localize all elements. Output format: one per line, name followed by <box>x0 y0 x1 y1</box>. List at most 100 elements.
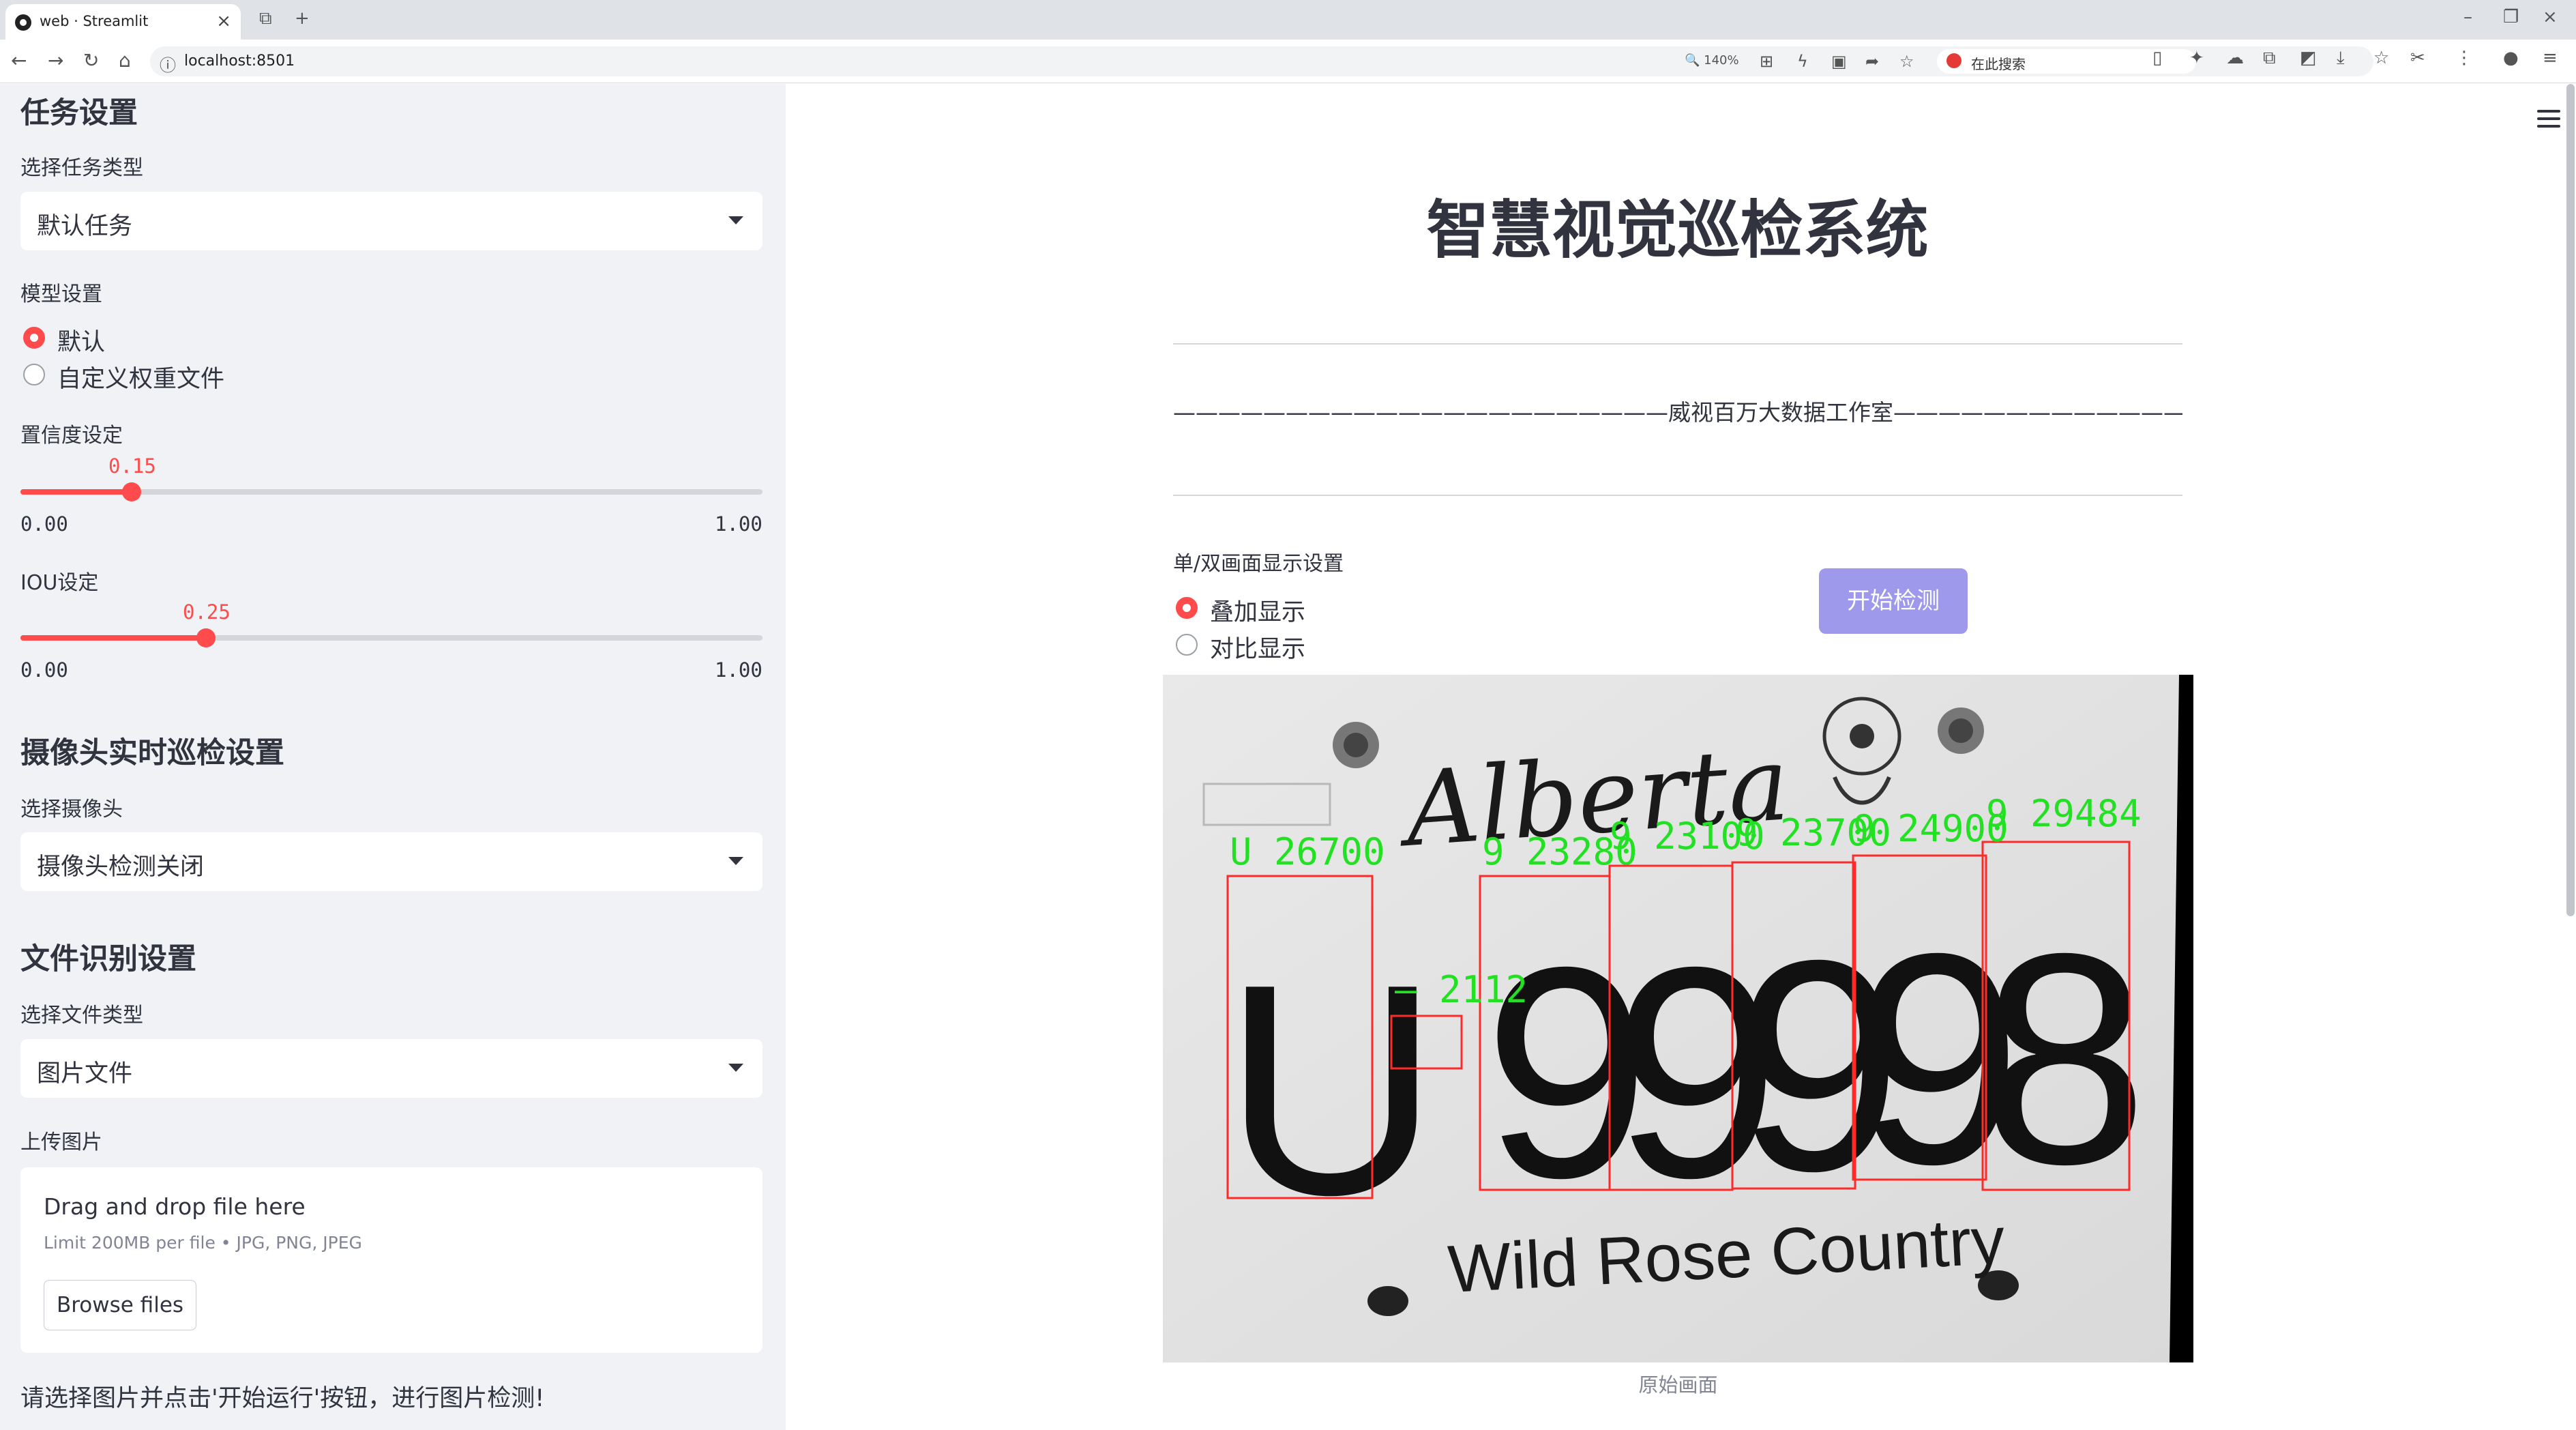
camera-settings-header: 摄像头实时巡检设置 <box>20 736 284 770</box>
upload-label: 上传图片 <box>20 1130 102 1154</box>
file-settings-header: 文件识别设置 <box>20 942 196 976</box>
confidence-max: 1.00 <box>715 512 763 536</box>
iou-max: 1.00 <box>715 658 763 682</box>
restore-icon[interactable]: ❐ <box>2503 7 2519 27</box>
extension-copy-icon[interactable]: ⧉ <box>2263 48 2276 69</box>
task-type-label: 选择任务类型 <box>20 156 143 180</box>
task-type-select[interactable]: 默认任务 <box>20 192 763 250</box>
url-text[interactable]: localhost:8501 <box>184 53 295 70</box>
divider <box>1173 495 2182 496</box>
share-icon[interactable]: ➦ <box>1865 52 1879 71</box>
favorites-icon[interactable]: ☆ <box>2373 48 2389 68</box>
upload-hint-text: 请选择图片并点击'开始运行'按钮，进行图片检测! <box>20 1385 545 1412</box>
iou-slider[interactable] <box>20 628 763 647</box>
model-option-default: 默认 <box>57 329 106 356</box>
radio-unselected-icon <box>23 364 45 385</box>
scissors-icon[interactable]: ✂ <box>2410 48 2425 68</box>
model-option-custom: 自定义权重文件 <box>57 366 225 393</box>
task-settings-header: 任务设置 <box>20 96 138 130</box>
confidence-slider-thumb[interactable] <box>122 482 141 501</box>
confidence-label: 置信度设定 <box>20 424 123 448</box>
new-tab-icon[interactable]: + <box>295 8 310 29</box>
lightning-icon[interactable]: ϟ <box>1797 52 1808 71</box>
radio-selected-icon <box>23 327 45 349</box>
image-caption: 原始画面 <box>1638 1373 1718 1397</box>
confidence-min: 0.00 <box>20 512 68 536</box>
extension-color-icon[interactable]: ✦ <box>2189 48 2204 68</box>
file-type-value: 图片文件 <box>37 1060 133 1088</box>
translate-icon[interactable]: ⊞ <box>1760 52 1773 71</box>
close-tab-icon[interactable]: × <box>216 11 231 31</box>
studio-subtitle: ——————————————————————威视百万大数据工作室————————… <box>1173 399 2182 426</box>
search-engine-logo-icon <box>1946 53 1961 68</box>
extension-cloud-icon[interactable]: ☁ <box>2226 48 2244 68</box>
camera-select[interactable]: 摄像头检测关闭 <box>20 832 763 891</box>
browser-menu-icon[interactable]: ≡ <box>2543 48 2558 68</box>
reload-icon[interactable]: ↻ <box>83 49 99 72</box>
page-info-icon[interactable]: ⓘ <box>160 52 176 76</box>
tab-title: web · Streamlit <box>40 13 149 29</box>
detection-result-image: Alberta Wild Rose Country U-99998 U 2670… <box>1163 675 2193 1362</box>
main-menu-icon[interactable] <box>2537 110 2560 132</box>
display-mode-label: 单/双画面显示设置 <box>1173 552 1344 576</box>
forward-icon[interactable]: → <box>48 49 63 72</box>
sidebar: 任务设置 选择任务类型 默认任务 模型设置 默认 自定义权重文件 置信度设定 0… <box>0 84 786 1430</box>
home-icon[interactable]: ⌂ <box>119 49 131 72</box>
streamlit-favicon-icon <box>15 14 31 31</box>
confidence-value: 0.15 <box>108 454 156 478</box>
upload-drag-text: Drag and drop file here <box>44 1193 306 1220</box>
zoom-level[interactable]: 🔍 140% <box>1685 53 1739 68</box>
more-icon[interactable]: ⋮ <box>2455 48 2473 68</box>
address-bar[interactable]: ⓘ localhost:8501 🔍 140% ⊞ ϟ ▣ ➦ ☆ 在此搜索 <box>150 46 2373 76</box>
browser-tab[interactable]: web · Streamlit × <box>5 4 241 40</box>
divider <box>1173 343 2182 345</box>
upload-limit-text: Limit 200MB per file • JPG, PNG, JPEG <box>44 1233 362 1253</box>
display-option-compare: 对比显示 <box>1210 636 1306 663</box>
extension-app-icon[interactable]: ◩ <box>2300 48 2317 68</box>
chevron-down-icon <box>728 857 743 865</box>
page-scrollbar[interactable] <box>2566 84 2575 916</box>
iou-slider-fill <box>20 635 206 641</box>
browser-navbar: ← → ↻ ⌂ ⓘ localhost:8501 🔍 140% ⊞ ϟ ▣ ➦ … <box>0 40 2576 83</box>
iou-slider-thumb[interactable] <box>196 628 216 647</box>
main-content: 智慧视觉巡检系统 ——————————————————————威视百万大数据工作… <box>786 84 2576 1430</box>
tab-group-icon[interactable]: ⧉ <box>259 8 272 29</box>
back-icon[interactable]: ← <box>11 49 27 72</box>
license-plate-image: Alberta Wild Rose Country U- 99998 U 2670… <box>1163 675 2193 1362</box>
minimize-icon[interactable]: – <box>2463 7 2472 27</box>
detection-label: — 2112 <box>1395 968 1528 1011</box>
browser-tabbar: web · Streamlit × ⧉ + – ❐ × <box>0 0 2576 40</box>
model-settings-label: 模型设置 <box>20 282 102 306</box>
iou-value: 0.25 <box>183 600 231 624</box>
extension-mobile-icon[interactable]: ▯ <box>2152 48 2162 68</box>
detection-label: 9 24900 <box>1853 807 2009 850</box>
file-type-label: 选择文件类型 <box>20 1004 143 1027</box>
detection-label: U 26700 <box>1230 830 1385 873</box>
window-close-icon[interactable]: × <box>2543 7 2558 27</box>
bookmark-star-icon[interactable]: ☆ <box>1899 52 1914 71</box>
zoom-value: 140% <box>1704 53 1739 68</box>
radio-unselected-icon <box>1176 634 1198 656</box>
search-placeholder: 在此搜索 <box>1971 56 2026 72</box>
task-type-value: 默认任务 <box>37 213 133 240</box>
page-title: 智慧视觉巡检系统 <box>1426 194 1929 267</box>
plate-characters: U- 99998 <box>1223 892 2148 1257</box>
download-icon[interactable]: ⤓ <box>2337 48 2345 69</box>
profile-avatar-icon[interactable]: ● <box>2503 48 2519 68</box>
start-detection-button[interactable]: 开始检测 <box>1819 568 1968 634</box>
display-option-overlay: 叠加显示 <box>1210 599 1306 626</box>
file-type-select[interactable]: 图片文件 <box>20 1039 763 1098</box>
confidence-slider-fill <box>20 489 132 495</box>
iou-label: IOU设定 <box>20 571 99 595</box>
plate-character: 8 <box>1981 892 2148 1227</box>
screenshot-icon[interactable]: ▣ <box>1831 52 1847 71</box>
camera-select-label: 选择摄像头 <box>20 798 123 821</box>
chevron-down-icon <box>728 216 743 224</box>
browse-files-button[interactable]: Browse files <box>44 1280 196 1330</box>
confidence-slider[interactable] <box>20 482 763 501</box>
camera-select-value: 摄像头检测关闭 <box>37 853 205 881</box>
detection-label: 9 29484 <box>1986 792 2142 835</box>
radio-selected-icon <box>1176 597 1198 619</box>
iou-min: 0.00 <box>20 658 68 682</box>
file-uploader-dropzone[interactable]: Drag and drop file here Limit 200MB per … <box>20 1167 763 1353</box>
